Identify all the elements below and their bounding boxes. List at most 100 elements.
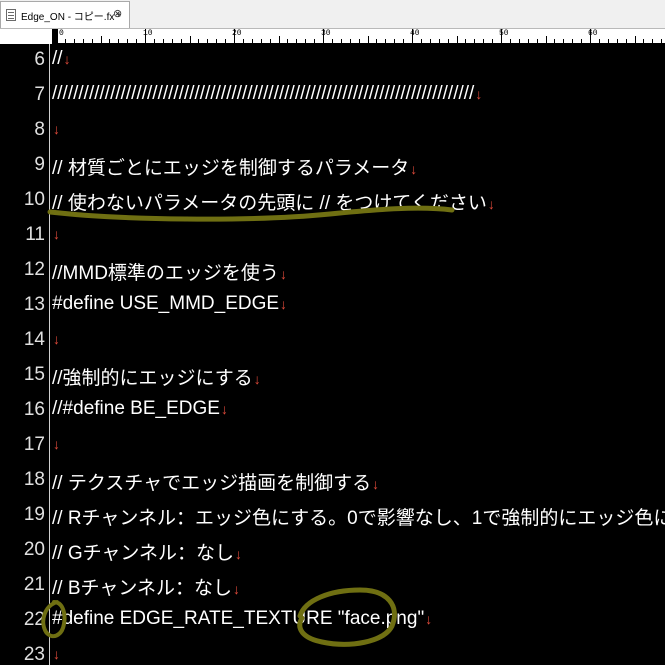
line-number: 9 — [34, 154, 45, 175]
newline-marker-icon: ↓ — [410, 161, 418, 177]
code-text: #define EDGE_RATE_TEXTURE "face.png" — [52, 608, 425, 629]
ruler-tick — [438, 39, 440, 43]
line-text[interactable]: ↓ — [52, 643, 60, 665]
line-text[interactable]: //↓ — [52, 48, 71, 70]
editor-line[interactable]: 13 #define USE_MMD_EDGE↓ — [0, 289, 665, 324]
newline-marker-icon: ↓ — [372, 476, 380, 492]
line-text[interactable]: //強制的にエッジにする↓ — [52, 363, 261, 390]
ruler-tick — [554, 39, 556, 43]
ruler-tick — [296, 39, 298, 43]
line-text[interactable]: // 使わないパラメータの先頭に // をつけてください↓ — [52, 188, 495, 215]
line-number: 12 — [23, 259, 45, 280]
ruler-tick — [278, 36, 280, 43]
code-text: //強制的にエッジにする — [52, 368, 253, 389]
ruler-tick — [376, 39, 378, 43]
ruler-tick — [109, 39, 111, 43]
editor-line[interactable]: 18 // テクスチャでエッジ描画を制御する↓ — [0, 464, 665, 499]
line-text[interactable]: ↓ — [52, 223, 60, 245]
code-text: // Gチャンネル：なし — [52, 543, 235, 564]
editor-line[interactable]: 22 #define EDGE_RATE_TEXTURE "face.png"↓ — [0, 604, 665, 639]
editor-line[interactable]: 15 //強制的にエッジにする↓ — [0, 359, 665, 394]
code-text: #define USE_MMD_EDGE — [52, 293, 280, 314]
line-text[interactable]: #define EDGE_RATE_TEXTURE "face.png"↓ — [52, 608, 432, 630]
line-text[interactable]: // Bチャンネル：なし↓ — [52, 573, 240, 600]
tab-edge-on-copy[interactable]: Edge_ON - コピー.fx * ⊗ — [0, 1, 130, 28]
line-text[interactable]: ////////////////////////////////////////… — [52, 83, 482, 105]
line-text[interactable]: //#define BE_EDGE↓ — [52, 398, 228, 420]
ruler-tick — [403, 39, 405, 43]
line-number: 17 — [23, 434, 45, 455]
line-number: 8 — [34, 119, 45, 140]
line-text[interactable]: // テクスチャでエッジ描画を制御する↓ — [52, 468, 379, 495]
ruler-caret-marker — [52, 29, 58, 43]
editor-line[interactable]: 11 ↓ — [0, 219, 665, 254]
ruler-tick — [305, 39, 307, 43]
line-text[interactable]: ↓ — [52, 118, 60, 140]
editor-line[interactable]: 16 //#define BE_EDGE↓ — [0, 394, 665, 429]
newline-marker-icon: ↓ — [53, 331, 60, 347]
ruler-tick — [180, 39, 182, 43]
line-text[interactable]: #define USE_MMD_EDGE↓ — [52, 293, 287, 315]
ruler-tick — [171, 39, 173, 43]
code-text: // Rチャンネル：エッジ色にする。0で影響なし、1で強制的にエッジ色にする — [52, 508, 665, 529]
ruler-tick — [198, 39, 200, 43]
newline-marker-icon: ↓ — [279, 266, 287, 282]
ruler-tick — [73, 39, 75, 43]
code-editor[interactable]: 6//↓ 7///////////////////////////////////… — [0, 44, 665, 665]
line-text[interactable]: // 材質ごとにエッジを制御するパラメータ↓ — [52, 153, 417, 180]
editor-line[interactable]: 21 // Bチャンネル：なし↓ — [0, 569, 665, 604]
editor-line[interactable]: 12 //MMD標準のエッジを使う↓ — [0, 254, 665, 289]
editor-line[interactable]: 7 ///////////////////////////////////////… — [0, 79, 665, 114]
line-number: 23 — [23, 644, 45, 665]
ruler-tick — [225, 39, 227, 43]
ruler-tick — [527, 39, 529, 43]
editor-line[interactable]: 20 // Gチャンネル：なし↓ — [0, 534, 665, 569]
line-number: 15 — [23, 364, 45, 385]
line-text[interactable]: // Rチャンネル：エッジ色にする。0で影響なし、1で強制的にエッジ色にする↓ — [52, 503, 665, 530]
editor-line[interactable]: 6 //↓ — [0, 44, 665, 79]
ruler-tick — [474, 39, 476, 43]
ruler-tick — [323, 29, 324, 43]
newline-marker-icon: ↓ — [425, 611, 433, 627]
newline-marker-icon: ↓ — [235, 546, 243, 562]
code-text: // — [52, 48, 63, 69]
editor-line[interactable]: 17 ↓ — [0, 429, 665, 464]
ruler-label-0: 0 — [59, 29, 64, 38]
editor-line[interactable]: 14 ↓ — [0, 324, 665, 359]
ruler-tick — [447, 39, 449, 43]
ruler-tick — [118, 39, 120, 43]
ruler-tick — [492, 39, 494, 43]
editor-line[interactable]: 9 // 材質ごとにエッジを制御するパラメータ↓ — [0, 149, 665, 184]
ruler-tick — [661, 39, 663, 43]
line-number: 14 — [23, 329, 45, 350]
newline-marker-icon: ↓ — [63, 51, 71, 67]
line-text[interactable]: ↓ — [52, 433, 60, 455]
editor-line[interactable]: 8 ↓ — [0, 114, 665, 149]
editor-line[interactable]: 19 // Rチャンネル：エッジ色にする。0で影響なし、1で強制的にエッジ色にする… — [0, 499, 665, 534]
newline-marker-icon: ↓ — [53, 436, 60, 452]
code-text: ////////////////////////////////////////… — [52, 83, 475, 104]
ruler-tick — [136, 39, 138, 43]
line-text[interactable]: //MMD標準のエッジを使う↓ — [52, 258, 287, 285]
ruler-tick — [189, 36, 191, 43]
ruler-tick — [518, 39, 520, 43]
ruler-tick — [367, 36, 369, 43]
editor-line[interactable]: 23 ↓ — [0, 639, 665, 665]
ruler-tick — [590, 29, 591, 43]
line-number: 13 — [23, 294, 45, 315]
ruler-tick — [536, 39, 538, 43]
ruler-tick — [287, 39, 289, 43]
newline-marker-icon: ↓ — [53, 646, 60, 662]
ruler-tick — [456, 36, 458, 43]
line-text[interactable]: // Gチャンネル：なし↓ — [52, 538, 242, 565]
newline-marker-icon: ↓ — [280, 296, 288, 312]
ruler-tick — [127, 39, 129, 43]
ruler-tick — [314, 39, 316, 43]
code-text: // 材質ごとにエッジを制御するパラメータ — [52, 158, 410, 179]
line-text[interactable]: ↓ — [52, 328, 60, 350]
editor-line[interactable]: 10 // 使わないパラメータの先頭に // をつけてください↓ — [0, 184, 665, 219]
newline-marker-icon: ↓ — [232, 581, 240, 597]
tab-bar: Edge_ON - コピー.fx * ⊗ — [0, 0, 665, 29]
close-tab-icon[interactable]: ⊗ — [113, 7, 122, 20]
code-text: // 使わないパラメータの先頭に // をつけてください — [52, 193, 487, 214]
